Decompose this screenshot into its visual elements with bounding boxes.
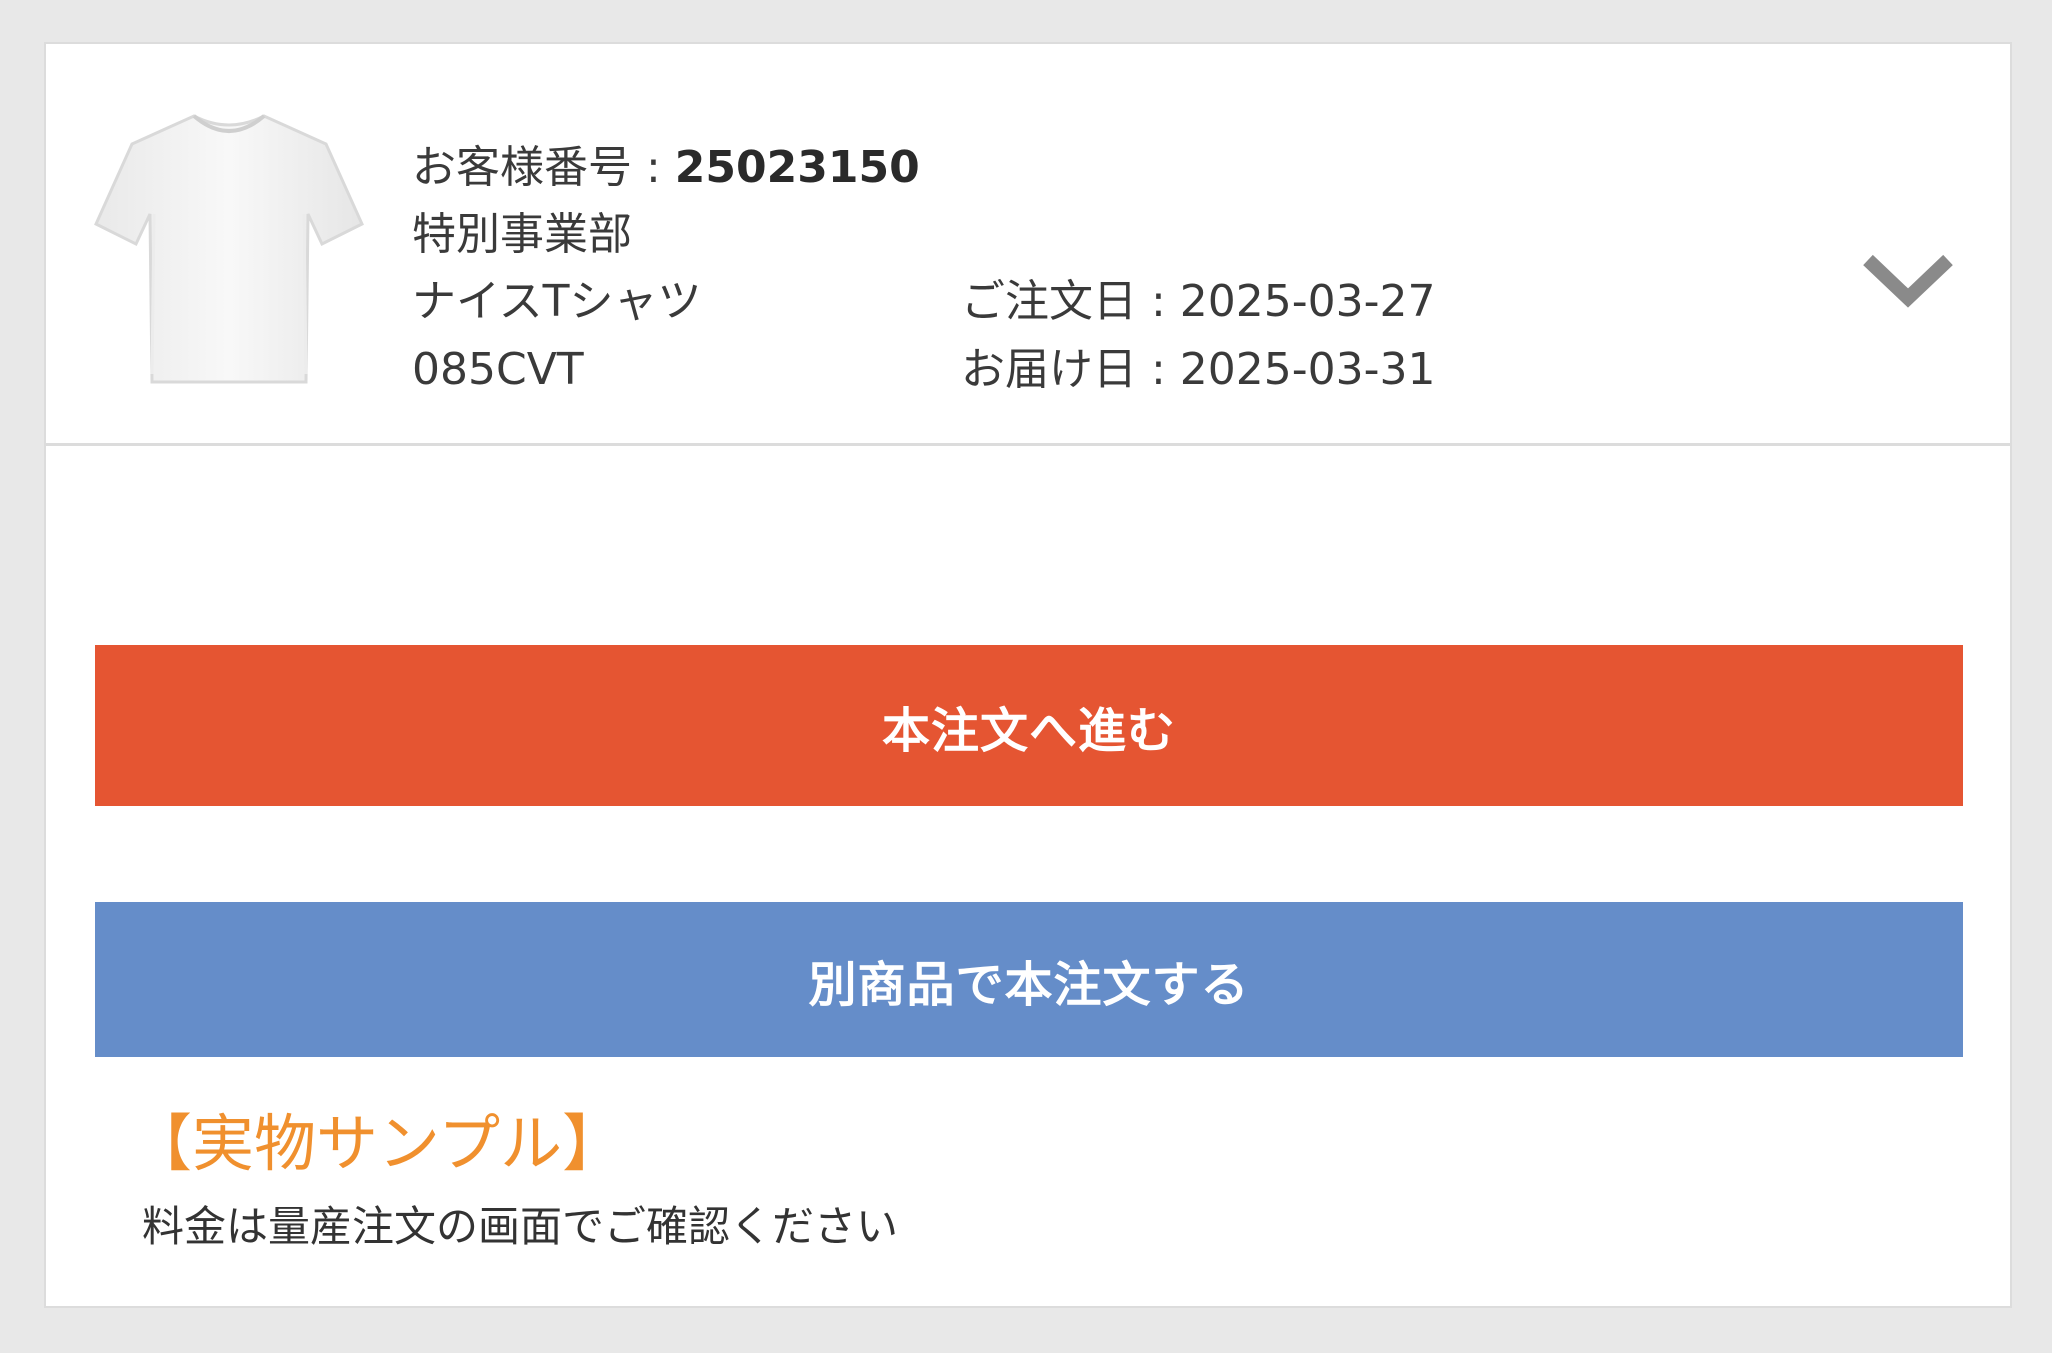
- order-summary-header[interactable]: お客様番号 : 25023150 特別事業部 ナイスTシャツ 085CVT ご注…: [46, 44, 2010, 446]
- sample-section-title: 【実物サンプル】: [130, 1107, 625, 1180]
- product-code: 085CVT: [412, 344, 584, 395]
- product-thumbnail: [94, 104, 364, 384]
- order-other-product-button[interactable]: 別商品で本注文する: [95, 902, 1963, 1057]
- chevron-down-icon: [1863, 254, 1953, 308]
- customer-number-label: お客様番号 :: [412, 142, 675, 193]
- delivery-date: お届け日 : 2025-03-31: [961, 342, 1436, 398]
- tshirt-icon: [94, 114, 364, 384]
- department-name: 特別事業部: [412, 209, 632, 260]
- sample-pricing-note: 料金は量産注文の画面でご確認ください: [142, 1202, 899, 1251]
- proceed-to-order-button[interactable]: 本注文へ進む: [95, 645, 1963, 806]
- order-date-label: ご注文日 :: [961, 276, 1180, 327]
- product-name: ナイスTシャツ: [412, 276, 702, 327]
- customer-number: お客様番号 : 25023150: [412, 140, 920, 196]
- order-date: ご注文日 : 2025-03-27: [961, 274, 1436, 330]
- delivery-date-value: 2025-03-31: [1179, 344, 1436, 395]
- order-card: お客様番号 : 25023150 特別事業部 ナイスTシャツ 085CVT ご注…: [44, 42, 2012, 1308]
- customer-number-value: 25023150: [674, 142, 920, 193]
- delivery-date-label: お届け日 :: [961, 344, 1180, 395]
- order-date-value: 2025-03-27: [1179, 276, 1436, 327]
- expand-toggle[interactable]: [1858, 244, 1958, 314]
